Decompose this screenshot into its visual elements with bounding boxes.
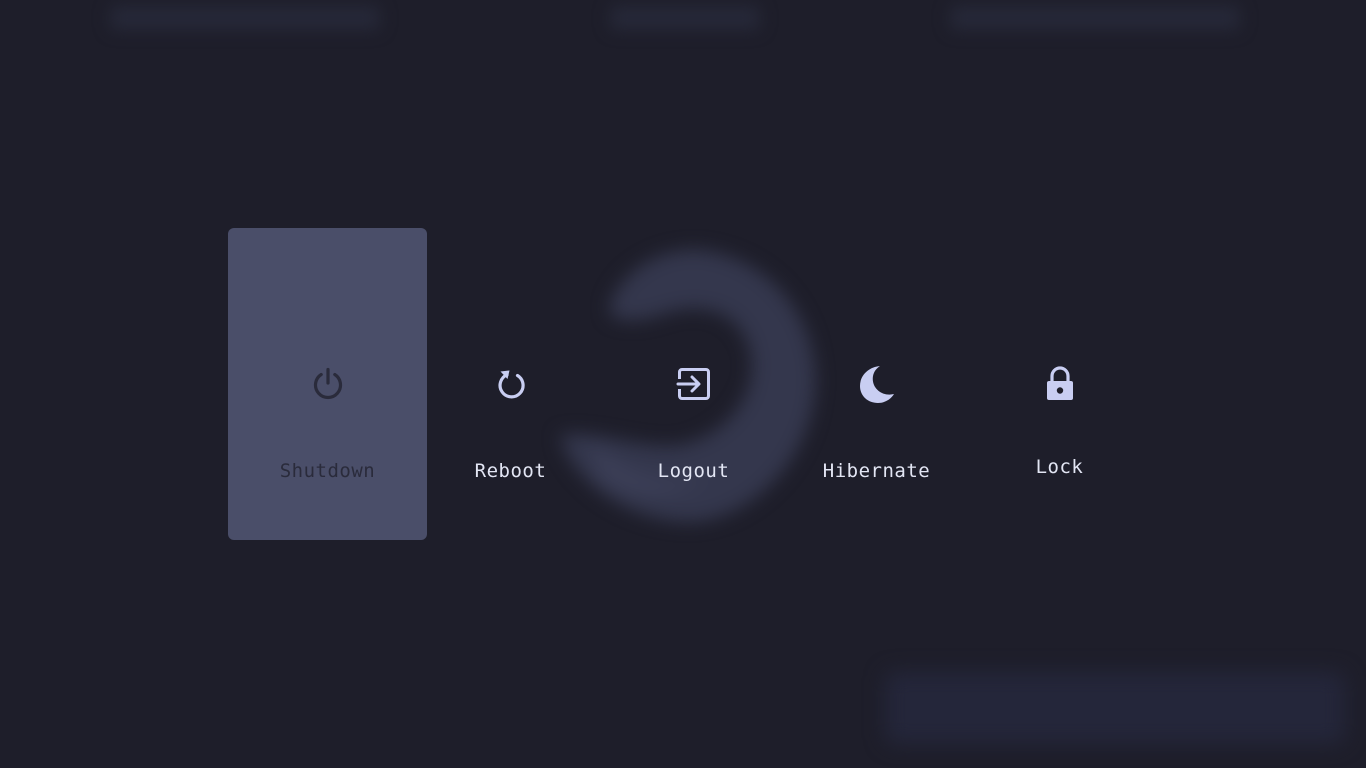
background-bar-right (950, 6, 1240, 30)
power-icon (308, 364, 348, 404)
reboot-label: Reboot (474, 460, 547, 482)
lock-icon (1040, 364, 1080, 404)
hibernate-label: Hibernate (822, 460, 931, 482)
logout-option[interactable]: Logout (594, 228, 793, 540)
background-bar-left (110, 6, 380, 30)
logout-label: Logout (657, 460, 730, 482)
lock-option[interactable]: Lock (960, 228, 1159, 540)
logout-icon (674, 364, 714, 404)
lock-label: Lock (1035, 456, 1084, 478)
reboot-icon (491, 364, 531, 404)
shutdown-label: Shutdown (279, 460, 376, 482)
background-panel (885, 672, 1345, 744)
background-bar-center (610, 6, 760, 30)
hibernate-option[interactable]: Hibernate (777, 228, 976, 540)
power-menu-screen: Shutdown Reboot Logout Hibernate Lock (0, 0, 1366, 768)
moon-icon (857, 364, 897, 404)
reboot-option[interactable]: Reboot (411, 228, 610, 540)
power-options: Shutdown Reboot Logout Hibernate Lock (228, 228, 1143, 540)
shutdown-option[interactable]: Shutdown (228, 228, 427, 540)
